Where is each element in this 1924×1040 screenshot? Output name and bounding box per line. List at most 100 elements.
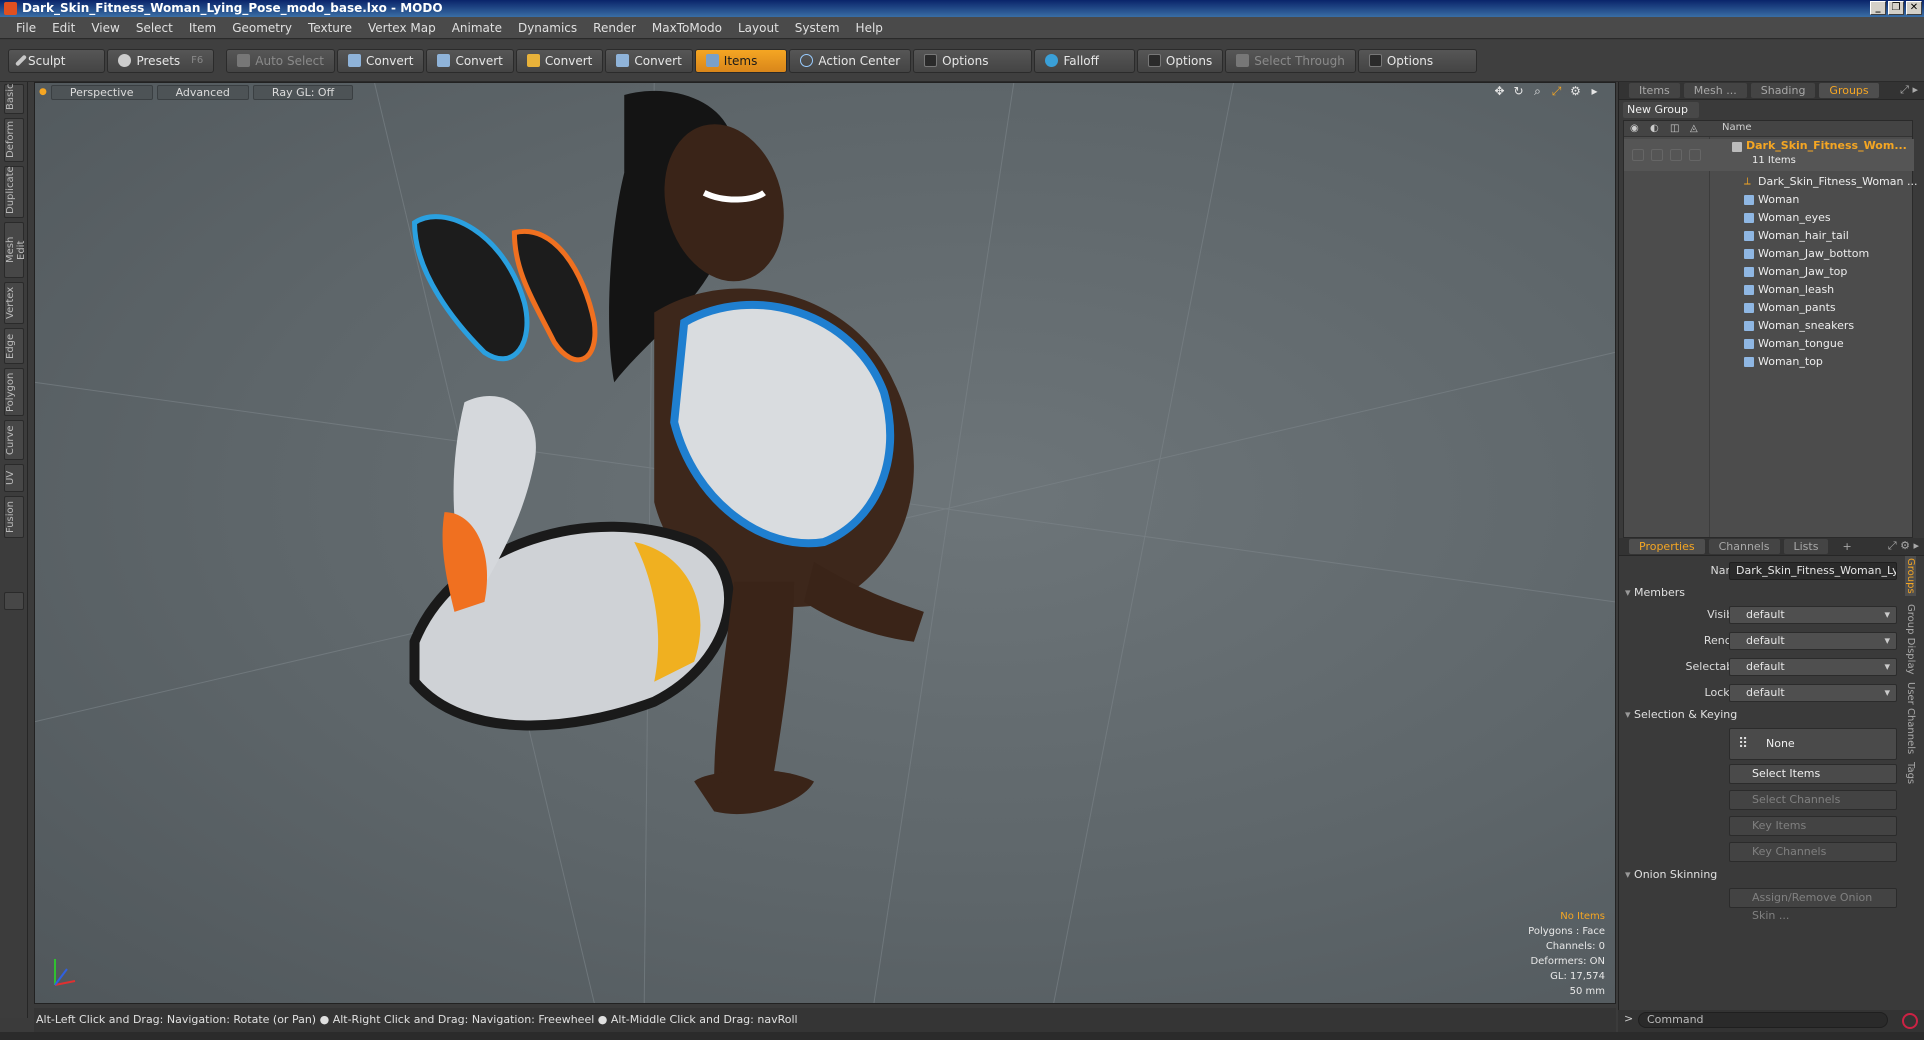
selectable-select[interactable]: default [1729, 658, 1897, 676]
menu-select[interactable]: Select [128, 21, 181, 35]
pan-icon[interactable]: ✥ [1493, 85, 1506, 98]
tab-shading[interactable]: Shading [1750, 83, 1816, 98]
list-item[interactable]: Woman_Jaw_bottom [1624, 245, 1914, 263]
falloff-button[interactable]: Falloff [1034, 48, 1135, 73]
onion-skinning-section[interactable]: Onion Skinning [1625, 868, 1717, 881]
list-item[interactable]: ⟂ Dark_Skin_Fitness_Woman ... [1624, 173, 1917, 191]
tab-properties[interactable]: Properties [1629, 539, 1705, 554]
group-visible-toggle[interactable] [1632, 149, 1644, 161]
key-channels-button[interactable]: Key Channels [1729, 842, 1897, 862]
members-section[interactable]: Members [1625, 586, 1685, 599]
group-render-toggle[interactable] [1651, 149, 1663, 161]
side-tab-user-channels[interactable]: User Channels [1905, 682, 1916, 754]
tab-mesh[interactable]: Mesh ... [1683, 83, 1747, 98]
select-options-button[interactable]: Options [1357, 48, 1478, 73]
rotate-icon[interactable]: ↻ [1512, 85, 1525, 98]
convert-polygons-button[interactable]: Convert [515, 48, 604, 73]
action-center-button[interactable]: Action Center [789, 48, 912, 73]
name-column-header[interactable]: Name [1722, 122, 1752, 133]
tab-polygon[interactable]: Polygon [4, 368, 24, 416]
side-tab-group-display[interactable]: Group Display [1905, 604, 1916, 674]
perspective-tab[interactable]: Perspective [50, 84, 153, 100]
tab-mesh-edit[interactable]: Mesh Edit [4, 222, 27, 278]
expand-panel-icon[interactable]: ⤢ ▸ [1900, 83, 1918, 97]
menu-view[interactable]: View [83, 21, 127, 35]
menu-file[interactable]: File [8, 21, 44, 35]
falloff-options-button[interactable]: Options [1136, 48, 1224, 73]
convert-edges-button[interactable]: Convert [426, 48, 514, 73]
menu-vertex-map[interactable]: Vertex Map [360, 21, 444, 35]
zoom-icon[interactable]: ⌕ [1531, 85, 1544, 98]
tab-uv[interactable]: UV [4, 464, 24, 492]
panel-options-icon[interactable]: ⤢ ⚙ ▸ [1888, 539, 1919, 553]
name-field[interactable]: Dark_Skin_Fitness_Woman_Lying [1729, 562, 1897, 580]
list-item[interactable]: Woman_top [1624, 353, 1914, 371]
action-center-options-button[interactable]: Options [913, 48, 1033, 73]
raygl-tab[interactable]: Ray GL: Off [252, 84, 354, 100]
restore-button[interactable]: ❐ [1888, 1, 1904, 15]
menu-item[interactable]: Item [181, 21, 224, 35]
list-item[interactable]: Woman [1624, 191, 1914, 209]
none-button[interactable]: ⠿ None [1729, 728, 1897, 760]
list-item[interactable]: Woman_tongue [1624, 335, 1914, 353]
convert-materials-button[interactable]: Convert [605, 48, 693, 73]
select-items-button[interactable]: Select Items [1729, 764, 1897, 784]
tab-fusion[interactable]: Fusion [4, 496, 24, 538]
gear-icon[interactable]: ⚙ [1569, 85, 1582, 98]
sculpt-button[interactable]: Sculpt [8, 48, 106, 73]
visible-select[interactable]: default [1729, 606, 1897, 624]
tab-basic[interactable]: Basic [4, 84, 24, 114]
menu-geometry[interactable]: Geometry [224, 21, 300, 35]
menu-render[interactable]: Render [585, 21, 644, 35]
select-channels-button[interactable]: Select Channels [1729, 790, 1897, 810]
menu-system[interactable]: System [787, 21, 848, 35]
auto-select-button[interactable]: Auto Select [226, 48, 335, 73]
tab-deform[interactable]: Deform [4, 118, 24, 162]
tab-duplicate[interactable]: Duplicate [4, 166, 24, 218]
tab-lists[interactable]: Lists [1783, 539, 1829, 554]
tab-groups[interactable]: Groups [1819, 83, 1879, 98]
add-tab-button[interactable]: + [1832, 539, 1861, 554]
tab-vertex[interactable]: Vertex [4, 282, 24, 324]
chevron-right-icon[interactable]: ▸ [1588, 85, 1601, 98]
menu-dynamics[interactable]: Dynamics [510, 21, 585, 35]
group-lock-toggle[interactable] [1670, 149, 1682, 161]
3d-viewport[interactable]: ● Perspective Advanced Ray GL: Off ✥ ↻ ⌕… [34, 82, 1616, 1004]
list-item[interactable]: Woman_pants [1624, 299, 1914, 317]
new-group-button[interactable]: New Group [1623, 102, 1699, 118]
side-tab-groups[interactable]: Groups [1905, 556, 1916, 596]
items-mode-button[interactable]: Items [694, 48, 788, 73]
group-row[interactable]: Dark_Skin_Fitness_Wom... 11 Items [1624, 139, 1914, 171]
render-column-icon[interactable]: ◐ [1650, 123, 1662, 135]
record-icon[interactable] [1902, 1013, 1918, 1029]
select-through-button[interactable]: Select Through [1225, 48, 1356, 73]
assign-onion-skin-button[interactable]: Assign/Remove Onion Skin ... [1729, 888, 1897, 922]
tab-curve[interactable]: Curve [4, 420, 24, 460]
tab-edge[interactable]: Edge [4, 328, 24, 364]
menu-layout[interactable]: Layout [730, 21, 787, 35]
minimize-button[interactable]: _ [1870, 1, 1886, 15]
menu-texture[interactable]: Texture [300, 21, 360, 35]
convert-vertices-button[interactable]: Convert [336, 48, 425, 73]
menu-edit[interactable]: Edit [44, 21, 83, 35]
list-item[interactable]: Woman_leash [1624, 281, 1914, 299]
viewport-menu-icon[interactable]: ● [39, 87, 47, 97]
locked-select[interactable]: default [1729, 684, 1897, 702]
menu-animate[interactable]: Animate [444, 21, 510, 35]
tab-collapse[interactable] [4, 592, 24, 610]
select-column-icon[interactable]: ◬ [1690, 123, 1702, 135]
side-tab-tags[interactable]: Tags [1905, 762, 1916, 784]
fit-icon[interactable]: ⤢ [1550, 85, 1563, 98]
selection-keying-section[interactable]: Selection & Keying [1625, 708, 1737, 721]
lock-column-icon[interactable]: ◫ [1670, 123, 1682, 135]
list-item[interactable]: Woman_sneakers [1624, 317, 1914, 335]
eye-column-icon[interactable]: ◉ [1630, 123, 1642, 135]
key-items-button[interactable]: Key Items [1729, 816, 1897, 836]
menu-maxtomodo[interactable]: MaxToModo [644, 21, 730, 35]
tab-channels[interactable]: Channels [1708, 539, 1780, 554]
list-item[interactable]: Woman_hair_tail [1624, 227, 1914, 245]
advanced-tab[interactable]: Advanced [156, 84, 249, 100]
presets-button[interactable]: Presets F6 [107, 48, 215, 73]
group-select-toggle[interactable] [1689, 149, 1701, 161]
list-item[interactable]: Woman_eyes [1624, 209, 1914, 227]
